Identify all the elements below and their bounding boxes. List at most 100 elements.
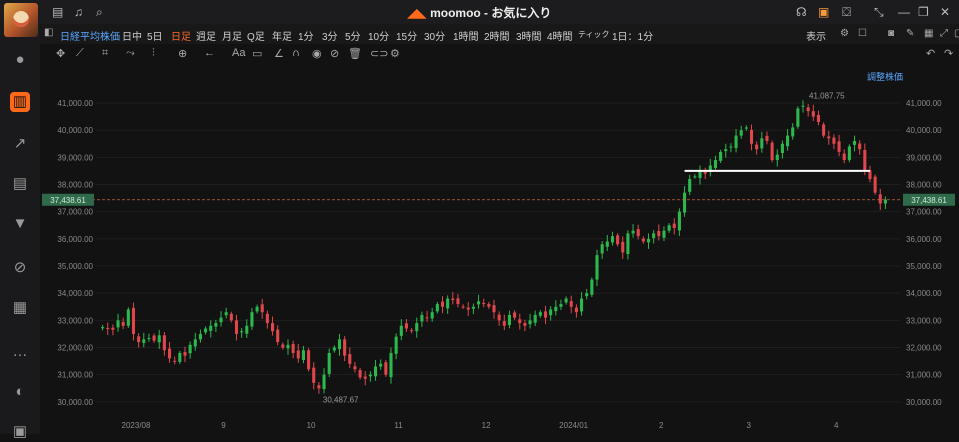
angle-icon[interactable]: ∠ (274, 47, 284, 60)
tf-intraday[interactable]: 日中 (122, 28, 142, 43)
avatar[interactable] (4, 3, 38, 37)
chart-area[interactable]: 調整株価 30,000.00 30,000.00 31,000.00 31,000.0… (40, 64, 959, 434)
minimize-icon[interactable]: — (898, 4, 910, 20)
candle (636, 229, 640, 237)
restore-icon[interactable]: ❐ (918, 4, 929, 20)
tf-quarterly[interactable]: Q足 (247, 28, 265, 43)
candle (492, 305, 496, 313)
news-icon[interactable]: ▤ (10, 174, 30, 194)
candle (348, 354, 352, 364)
panel-toggle-icon[interactable]: ◧ (44, 27, 53, 38)
headset-icon[interactable]: ☊ (796, 4, 807, 20)
candle (420, 314, 424, 322)
camera-icon[interactable]: ◙ (888, 28, 894, 39)
x-tick-label: 9 (221, 421, 226, 430)
tf-3min[interactable]: 3分 (322, 28, 338, 43)
candle (806, 107, 810, 112)
candle (368, 374, 372, 377)
undo-icon[interactable]: ↶ (926, 47, 935, 60)
candle (358, 370, 362, 378)
tf-1min[interactable]: 1分 (298, 28, 314, 43)
tf-5day[interactable]: 5日 (147, 28, 163, 43)
tf-5min[interactable]: 5分 (345, 28, 361, 43)
line-icon[interactable]: ⟋ (76, 47, 84, 60)
document-icon[interactable]: ▦ (10, 298, 30, 318)
candle (858, 143, 862, 150)
trash-icon[interactable]: 🗑 (348, 47, 362, 60)
tf-10min[interactable]: 10分 (368, 28, 389, 43)
tf-daily[interactable]: 日足 (171, 28, 191, 43)
eye-off-icon[interactable]: ⊘ (330, 47, 339, 60)
filter-icon[interactable]: ▼ (10, 214, 30, 234)
candle (713, 160, 718, 168)
y-tick-label-left: 39,000.00 (57, 153, 93, 162)
candle (770, 142, 774, 161)
settings-icon[interactable]: ⚙ (840, 28, 849, 39)
tf-weekly[interactable]: 週足 (196, 28, 216, 43)
candle (394, 336, 398, 354)
crosshair-icon[interactable]: ✥ (56, 47, 65, 60)
eye-icon[interactable]: ◉ (312, 47, 322, 60)
y-tick-label-left: 38,000.00 (57, 181, 93, 190)
candle (198, 333, 202, 340)
measure-icon[interactable]: ⊕ (178, 47, 187, 60)
tf-1hour[interactable]: 1時間 (453, 28, 479, 43)
tf-tick[interactable]: ティック (578, 29, 610, 40)
close-icon[interactable]: ✕ (940, 4, 950, 20)
path-icon[interactable]: ⤳ (126, 47, 135, 60)
tf-yearly[interactable]: 年足 (272, 28, 292, 43)
arrow-icon[interactable]: ← (204, 47, 215, 59)
square-icon[interactable]: ☐ (858, 28, 867, 39)
bar-icon[interactable]: ⫶ (152, 47, 155, 60)
options-icon[interactable]: ⊘ (10, 258, 30, 278)
candle (183, 352, 187, 356)
collapse-icon[interactable]: ⤡ (874, 4, 884, 20)
candlestick-chart[interactable]: 30,000.00 30,000.00 31,000.00 31,000.00 32,0… (40, 64, 959, 434)
chat-icon[interactable]: … (10, 342, 30, 362)
fullscreen-icon[interactable]: ▢ (954, 28, 959, 39)
expand-icon[interactable]: ⤢ (940, 28, 948, 39)
candle (116, 320, 120, 328)
magnet-icon[interactable]: ∩ (292, 47, 300, 59)
chart-icon[interactable]: ▥ (10, 92, 30, 112)
candle (307, 350, 311, 370)
candle (549, 309, 553, 316)
tf-4hour[interactable]: 4時間 (547, 28, 573, 43)
gear-icon[interactable]: ⚙ (390, 47, 400, 60)
y-tick-label-left: 31,000.00 (57, 371, 93, 380)
tf-15min[interactable]: 15分 (396, 28, 417, 43)
note-icon[interactable]: ▭ (252, 47, 262, 60)
more-icon[interactable]: ▣ (10, 422, 30, 442)
redo-icon[interactable]: ↷ (944, 47, 953, 60)
y-tick-label-left: 41,000.00 (57, 99, 93, 108)
y-tick-label-right: 39,000.00 (906, 153, 942, 162)
text-icon[interactable]: Aa (232, 47, 245, 59)
x-tick-label: 12 (482, 421, 491, 430)
candle (430, 312, 434, 319)
grid-icon[interactable]: ▦ (924, 28, 933, 39)
trend-icon[interactable]: ↗ (10, 134, 30, 154)
display-menu[interactable]: 表示 (806, 28, 826, 43)
lock-icon[interactable]: ▣ (818, 4, 829, 20)
y-tick-label-left: 30,000.00 (57, 398, 93, 407)
rect-icon[interactable]: ⌗ (102, 47, 108, 60)
moon-icon[interactable]: ◐ (10, 382, 30, 402)
tf-30min[interactable]: 30分 (424, 28, 445, 43)
user-icon[interactable]: ● (10, 50, 30, 70)
pen-icon[interactable]: ✎ (906, 28, 914, 39)
shirt-icon[interactable]: ⛋ (842, 4, 851, 20)
symbol-name[interactable]: 日経平均株価 (60, 28, 120, 43)
candle (219, 317, 223, 323)
link-icon[interactable]: ⊂⊃ (370, 47, 388, 60)
candle (229, 313, 233, 321)
tf-monthly[interactable]: 月足 (222, 28, 242, 43)
candle (749, 129, 754, 144)
candle (605, 241, 609, 247)
tf-2hour[interactable]: 2時間 (484, 28, 510, 43)
x-tick-label: 4 (834, 421, 839, 430)
adjusted-price-label[interactable]: 調整株価 (867, 70, 903, 83)
tf-3hour[interactable]: 3時間 (516, 28, 542, 43)
candle (523, 323, 527, 326)
candle (435, 304, 439, 312)
tf-dropdown[interactable]: 1日：1分 (612, 28, 653, 43)
